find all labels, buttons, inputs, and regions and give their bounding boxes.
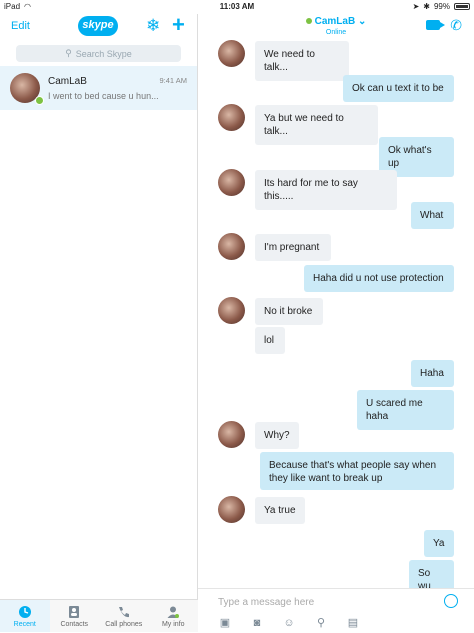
contacts-icon <box>67 605 81 619</box>
avatar <box>218 421 245 448</box>
search-icon: ⚲ <box>65 48 72 58</box>
clock: 11:03 AM <box>219 2 255 11</box>
online-status-icon <box>305 18 312 24</box>
message-bubble[interactable]: U scared me haha <box>357 390 454 430</box>
dialpad-icon <box>117 605 131 619</box>
message-bubble[interactable]: We need to talk... <box>255 41 349 81</box>
message-bubble[interactable]: lol <box>255 327 285 354</box>
chat-header: CamLaB ⌄ Online ✆ <box>198 14 474 40</box>
composer-toolbar: ▣ ◙ ☺ ⚲ ▤ <box>218 617 360 629</box>
person-icon <box>166 605 180 619</box>
conversation-name: CamLaB <box>48 76 87 87</box>
emoji-icon[interactable] <box>444 594 458 608</box>
avatar <box>218 297 245 324</box>
message-bubble[interactable]: Ok can u text it to be <box>343 75 454 102</box>
battery-icon <box>454 3 470 10</box>
tab-label: Contacts <box>60 620 89 628</box>
status-bar: iPad ◠ 11:03 AM ➤ ✱ 99% <box>0 0 474 14</box>
location-icon: ➤ <box>412 2 420 11</box>
message-bubble[interactable]: Ya <box>424 530 454 557</box>
phone-call-icon[interactable]: ✆ <box>450 17 462 34</box>
message-bubble[interactable]: So wu <box>409 560 454 588</box>
avatar <box>218 104 245 131</box>
tab-label: My info <box>161 620 185 628</box>
tab-recent[interactable]: Recent <box>0 600 50 632</box>
message-bubble[interactable]: Ya but we need to talk... <box>255 105 378 145</box>
chat-status: Online <box>325 29 347 36</box>
avatar <box>218 496 245 523</box>
video-call-icon[interactable] <box>426 20 445 30</box>
edit-button[interactable]: Edit <box>11 20 30 32</box>
sticker-icon[interactable]: ☺ <box>282 617 296 629</box>
tab-bar: Recent Contacts Call phones My info <box>0 599 198 632</box>
conversation-preview: I went to bed cause u hun... <box>48 91 159 101</box>
battery-percent: 99% <box>433 2 450 11</box>
location-pin-icon[interactable]: ⚲ <box>314 617 328 629</box>
message-bubble[interactable]: What <box>411 202 454 229</box>
search-input[interactable]: ⚲ Search Skype <box>16 45 181 62</box>
tab-label: Call phones <box>105 620 143 628</box>
avatar <box>218 169 245 196</box>
message-input[interactable]: Type a message here <box>218 597 314 608</box>
camera-icon[interactable]: ◙ <box>250 617 264 629</box>
message-list[interactable]: We need to talk... Ok can u text it to b… <box>198 40 474 588</box>
message-bubble[interactable]: No it broke <box>255 298 323 325</box>
conversation-item[interactable]: CamLaB 9:41 AM I went to bed cause u hun… <box>0 66 197 110</box>
message-composer: Type a message here ▣ ◙ ☺ ⚲ ▤ <box>198 588 474 633</box>
tab-label: Recent <box>13 620 36 628</box>
search-placeholder: Search Skype <box>75 48 132 59</box>
conversation-time: 9:41 AM <box>159 76 187 85</box>
chat-pane: CamLaB ⌄ Online ✆ We need to talk... Ok … <box>198 14 474 633</box>
chat-contact-name: CamLaB <box>314 16 356 27</box>
avatar <box>218 40 245 67</box>
message-bubble[interactable]: Its hard for me to say this..... <box>255 170 397 210</box>
snowflake-icon[interactable]: ❄ <box>146 16 160 36</box>
conversations-header: Edit skype ❄ + <box>0 12 197 40</box>
message-bubble[interactable]: Ya true <box>255 497 305 524</box>
skype-logo: skype <box>78 16 118 36</box>
tab-call-phones[interactable]: Call phones <box>99 600 149 632</box>
message-bubble[interactable]: Why? <box>255 422 299 449</box>
contact-card-icon[interactable]: ▤ <box>346 617 360 629</box>
message-bubble[interactable]: I'm pregnant <box>255 234 331 261</box>
tab-contacts[interactable]: Contacts <box>50 600 100 632</box>
media-icon[interactable]: ▣ <box>218 617 232 629</box>
message-bubble[interactable]: Because that's what people say when they… <box>260 452 454 490</box>
tab-my-info[interactable]: My info <box>149 600 199 632</box>
clock-icon <box>18 605 32 619</box>
chevron-down-icon: ⌄ <box>357 16 367 27</box>
message-bubble[interactable]: Haha did u not use protection <box>304 265 454 292</box>
conversations-pane: Edit skype ❄ + ⚲ Search Skype CamLaB 9:4… <box>0 12 198 632</box>
message-bubble[interactable]: Haha <box>411 360 454 387</box>
online-status-icon <box>35 96 44 105</box>
new-conversation-button[interactable]: + <box>172 12 185 38</box>
avatar <box>218 233 245 260</box>
bluetooth-icon: ✱ <box>423 2 430 11</box>
